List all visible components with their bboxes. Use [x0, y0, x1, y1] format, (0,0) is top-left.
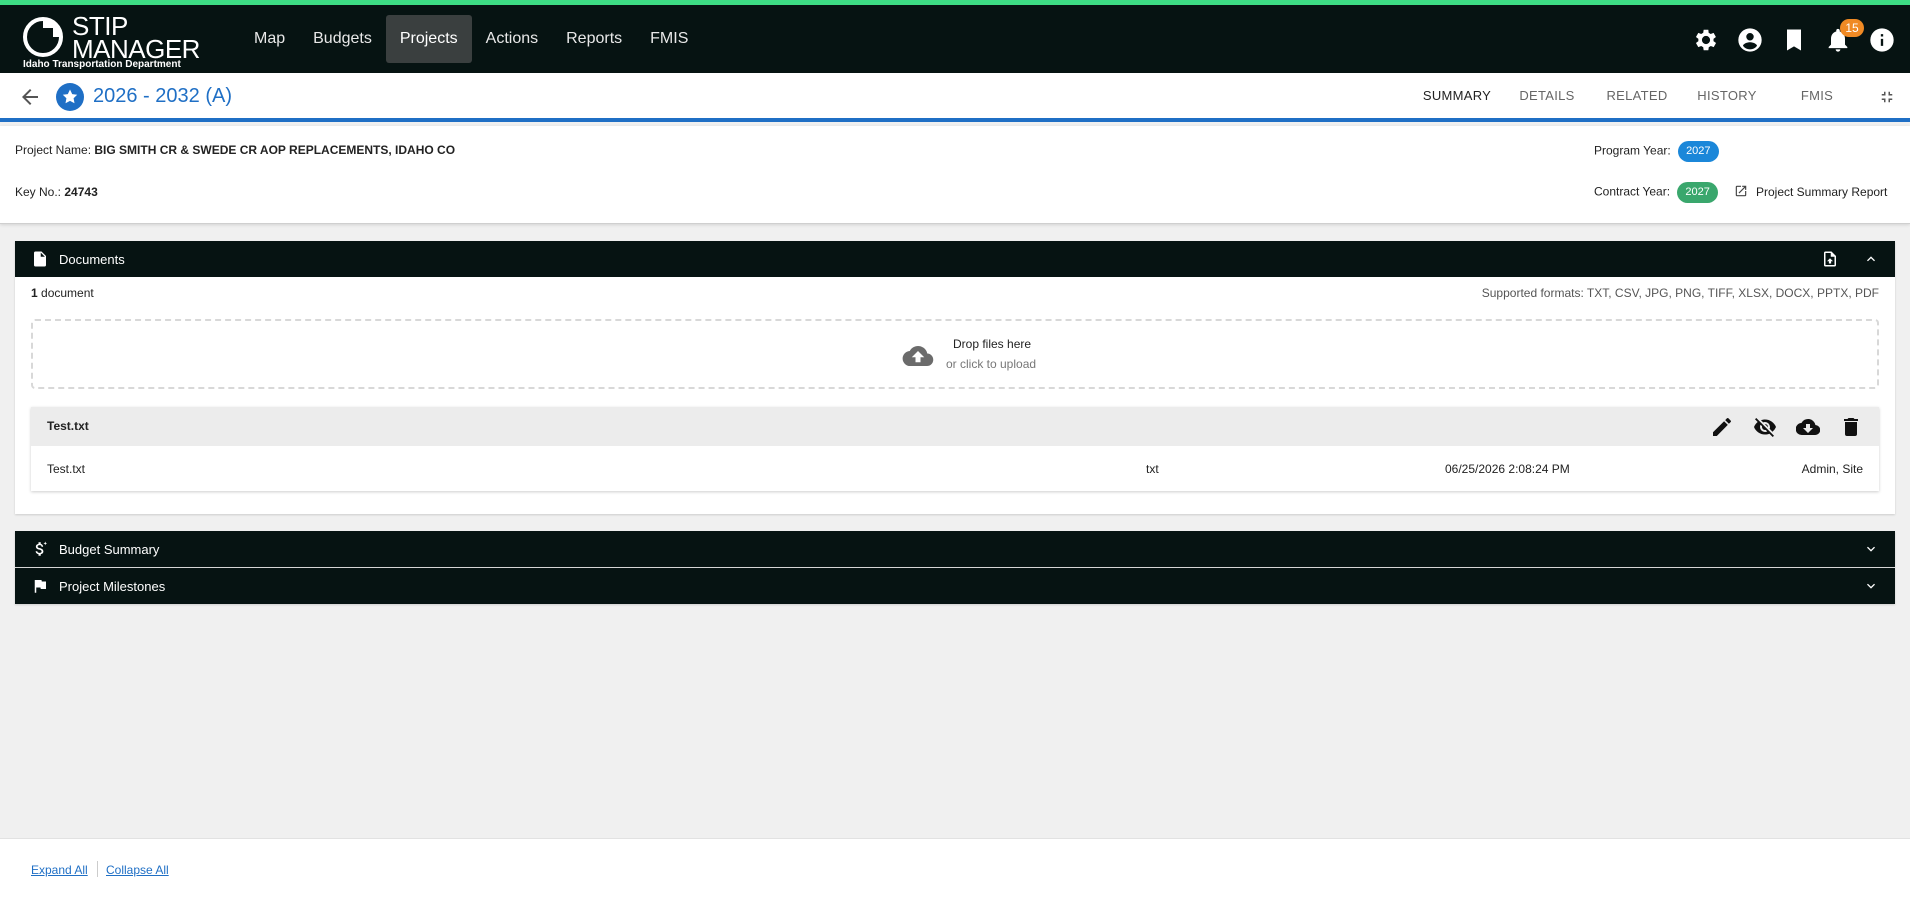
- file-dropzone[interactable]: Drop files here or click to upload: [31, 319, 1879, 389]
- top-icon-group: 15: [1692, 19, 1896, 54]
- file-type: txt: [1146, 462, 1159, 476]
- app-name: STIP MANAGER: [72, 11, 200, 64]
- nav-item-projects[interactable]: Projects: [385, 15, 472, 63]
- footer-divider: [97, 861, 98, 877]
- documents-title: Documents: [59, 252, 125, 267]
- chevron-down-icon[interactable]: [1863, 578, 1879, 594]
- bookmark-icon[interactable]: [1780, 26, 1808, 54]
- document-count: 1 document: [31, 286, 94, 300]
- collapse-view-icon[interactable]: [1878, 88, 1896, 106]
- project-milestones-title: Project Milestones: [59, 579, 166, 594]
- file-date: 06/25/2026 2:08:24 PM: [1445, 462, 1570, 476]
- tab-summary[interactable]: SUMMARY: [1412, 73, 1502, 122]
- nav-item-map[interactable]: Map: [240, 15, 299, 63]
- contract-year-field: Contract Year: 2027: [1594, 182, 1718, 203]
- documents-panel-header[interactable]: Documents: [15, 241, 1895, 277]
- page-title: 2026 - 2032 (A): [93, 85, 232, 107]
- tab-history[interactable]: HISTORY: [1682, 73, 1772, 122]
- edit-icon[interactable]: [1710, 415, 1734, 439]
- key-number-field: Key No.: 24743: [15, 185, 98, 199]
- page-footer: Expand All Collapse All: [0, 838, 1910, 909]
- budget-summary-panel: Budget Summary: [15, 531, 1895, 567]
- nav-item-actions[interactable]: Actions: [472, 15, 552, 63]
- project-header: 2026 - 2032 (A) SUMMARY DETAILS RELATED …: [0, 73, 1910, 122]
- file-card: Test.txt Test.txt txt 06/25/2026 2:08:24…: [31, 407, 1879, 491]
- tab-related[interactable]: RELATED: [1592, 73, 1682, 122]
- back-arrow-icon[interactable]: [18, 85, 42, 109]
- cloud-upload-icon: [901, 341, 935, 371]
- project-name-field: Project Name: BIG SMITH CR & SWEDE CR AO…: [15, 143, 456, 157]
- file-card-title: Test.txt: [47, 419, 89, 433]
- supported-formats: Supported formats: TXT, CSV, JPG, PNG, T…: [1481, 286, 1879, 300]
- file-name: Test.txt: [47, 462, 86, 476]
- star-icon[interactable]: [56, 83, 84, 111]
- dropzone-label: Drop files here: [953, 337, 1032, 351]
- project-name-value: BIG SMITH CR & SWEDE CR AOP REPLACEMENTS…: [94, 143, 456, 157]
- document-icon: [31, 250, 49, 268]
- app-subtitle: Idaho Transportation Department: [23, 59, 181, 70]
- expand-all-link[interactable]: Expand All: [31, 863, 88, 877]
- budget-summary-title: Budget Summary: [59, 542, 160, 557]
- project-tabs: SUMMARY DETAILS RELATED HISTORY FMIS: [1412, 73, 1862, 122]
- tab-fmis[interactable]: FMIS: [1772, 73, 1862, 122]
- top-navigation-bar: STIP MANAGER Idaho Transportation Depart…: [0, 5, 1910, 73]
- account-icon[interactable]: [1736, 26, 1764, 54]
- project-summary-report-link[interactable]: Project Summary Report: [1734, 184, 1887, 199]
- main-nav: Map Budgets Projects Actions Reports FMI…: [240, 15, 702, 63]
- project-milestones-header[interactable]: Project Milestones: [15, 568, 1895, 604]
- bell-icon[interactable]: 15: [1824, 19, 1864, 54]
- app-logo[interactable]: STIP MANAGER Idaho Transportation Depart…: [22, 11, 202, 70]
- documents-panel: Documents 1 document Supported formats: …: [15, 241, 1895, 514]
- nav-item-reports[interactable]: Reports: [552, 15, 636, 63]
- dollar-icon: [31, 540, 49, 558]
- info-icon[interactable]: [1868, 26, 1896, 54]
- flag-icon: [31, 577, 49, 595]
- visibility-off-icon[interactable]: [1753, 415, 1777, 439]
- file-actions: [1710, 415, 1863, 439]
- tab-details[interactable]: DETAILS: [1502, 73, 1592, 122]
- cloud-download-icon[interactable]: [1795, 415, 1821, 439]
- key-number-value: 24743: [64, 185, 98, 199]
- notification-badge: 15: [1840, 19, 1864, 37]
- contract-year-badge: 2027: [1677, 182, 1718, 203]
- file-card-header: Test.txt: [31, 407, 1879, 446]
- chevron-down-icon[interactable]: [1863, 541, 1879, 557]
- project-info: Project Name: BIG SMITH CR & SWEDE CR AO…: [0, 126, 1910, 224]
- gear-icon[interactable]: [1692, 26, 1720, 54]
- file-owner: Admin, Site: [1801, 462, 1863, 476]
- program-year-field: Program Year: 2027: [1594, 141, 1719, 162]
- open-external-icon: [1735, 185, 1747, 197]
- delete-icon[interactable]: [1839, 415, 1863, 439]
- program-year-badge: 2027: [1678, 141, 1719, 162]
- collapse-all-link[interactable]: Collapse All: [106, 863, 169, 877]
- chevron-up-icon[interactable]: [1863, 251, 1879, 267]
- dropzone-sublabel: or click to upload: [946, 357, 1037, 371]
- nav-item-budgets[interactable]: Budgets: [299, 15, 386, 63]
- project-milestones-panel: Project Milestones: [15, 568, 1895, 604]
- logo-icon: [23, 17, 63, 57]
- file-row[interactable]: Test.txt txt 06/25/2026 2:08:24 PM Admin…: [31, 446, 1879, 491]
- upload-file-icon[interactable]: [1821, 250, 1839, 268]
- budget-summary-header[interactable]: Budget Summary: [15, 531, 1895, 567]
- nav-item-fmis[interactable]: FMIS: [636, 15, 702, 63]
